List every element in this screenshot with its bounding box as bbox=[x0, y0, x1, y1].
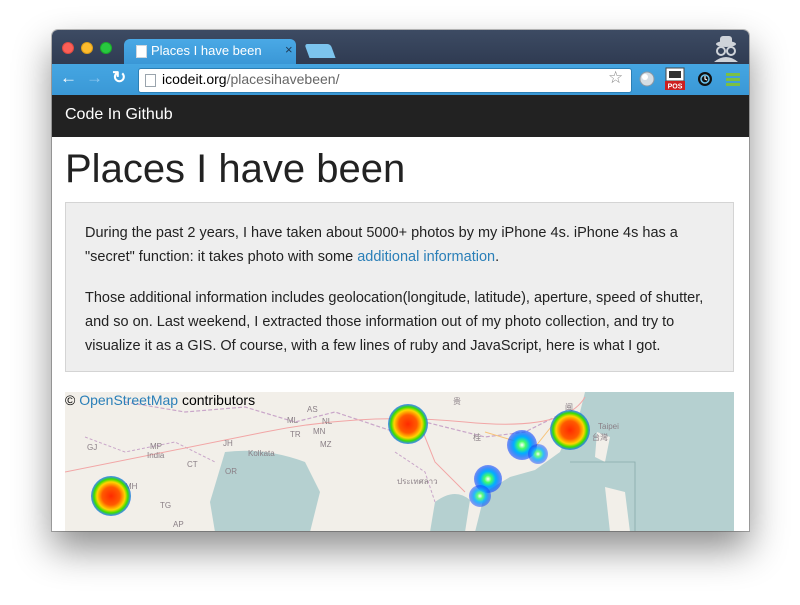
extension-pos-label: POS bbox=[668, 84, 683, 91]
heat-spot bbox=[550, 410, 590, 450]
bookmark-star-icon[interactable]: ☆ bbox=[608, 68, 623, 88]
heat-spot bbox=[528, 444, 548, 464]
extension-globe-icon[interactable] bbox=[638, 70, 656, 88]
map-label: TR bbox=[290, 430, 301, 439]
map-label: TG bbox=[160, 501, 171, 510]
map-label: 贵 bbox=[453, 396, 461, 406]
map-label: NL bbox=[322, 417, 333, 426]
heat-spot bbox=[91, 476, 131, 516]
page-favicon-icon bbox=[136, 45, 147, 58]
map-label: 台灣 bbox=[592, 432, 608, 442]
navbar-brand-link[interactable]: Code In Github bbox=[65, 106, 173, 124]
close-window-button[interactable] bbox=[62, 42, 74, 54]
tab-close-icon[interactable]: × bbox=[285, 42, 293, 57]
reload-button[interactable]: ↻ bbox=[112, 68, 126, 88]
url-path: /placesihavebeen/ bbox=[226, 71, 340, 87]
zoom-window-button[interactable] bbox=[100, 42, 112, 54]
forward-button[interactable]: → bbox=[86, 68, 103, 88]
map-label: MP bbox=[150, 442, 162, 451]
intro-paragraph-1: During the past 2 years, I have taken ab… bbox=[85, 221, 715, 269]
map-label: JH bbox=[223, 439, 233, 448]
tab-title: Places I have been bbox=[151, 43, 262, 58]
heat-spot bbox=[388, 404, 428, 444]
map-label: India bbox=[147, 451, 165, 460]
attribution-suffix: contributors bbox=[178, 392, 256, 408]
map-label: Taipei bbox=[598, 422, 619, 431]
map-canvas: AS NL MP India JH Kolkata ML MN TR MZ CT… bbox=[65, 392, 636, 531]
map-label: OR bbox=[225, 467, 237, 476]
minimize-window-button[interactable] bbox=[81, 42, 93, 54]
intro-paragraph-2: Those additional information includes ge… bbox=[85, 290, 704, 354]
incognito-icon bbox=[714, 36, 738, 62]
attribution-prefix: © bbox=[65, 392, 80, 408]
map-attribution: © OpenStreetMap contributors bbox=[65, 392, 255, 408]
openstreetmap-link[interactable]: OpenStreetMap bbox=[79, 392, 178, 408]
map-label: AP bbox=[173, 520, 184, 529]
browser-window: Places I have been × ← → ↻ icodeit.org/p… bbox=[52, 30, 749, 531]
map-label: MN bbox=[313, 427, 326, 436]
map-label: AS bbox=[307, 405, 318, 414]
heatmap-map[interactable]: AS NL MP India JH Kolkata ML MN TR MZ CT… bbox=[65, 392, 734, 531]
additional-information-link[interactable]: additional information bbox=[357, 249, 495, 265]
heat-spot bbox=[469, 485, 491, 507]
page-icon bbox=[145, 74, 156, 87]
page-title: Places I have been bbox=[65, 147, 406, 191]
url-host: icodeit.org bbox=[162, 71, 227, 87]
map-label: ML bbox=[287, 416, 299, 425]
para1-end: . bbox=[495, 249, 500, 265]
map-label: CT bbox=[187, 460, 198, 469]
map-label: Kolkata bbox=[248, 449, 275, 458]
extension-pos-icon[interactable]: POS bbox=[664, 67, 686, 91]
menu-hamburger-icon[interactable] bbox=[724, 70, 742, 88]
extension-clock-icon[interactable] bbox=[696, 70, 714, 88]
map-label: GJ bbox=[87, 443, 97, 452]
map-label: ประเทศลาว bbox=[397, 477, 438, 486]
map-label: 桂 bbox=[473, 432, 481, 442]
url-text[interactable]: icodeit.org/placesihavebeen/ bbox=[162, 71, 339, 87]
new-tab-button[interactable] bbox=[304, 44, 336, 58]
back-button[interactable]: ← bbox=[60, 68, 77, 88]
map-label: MZ bbox=[320, 440, 332, 449]
